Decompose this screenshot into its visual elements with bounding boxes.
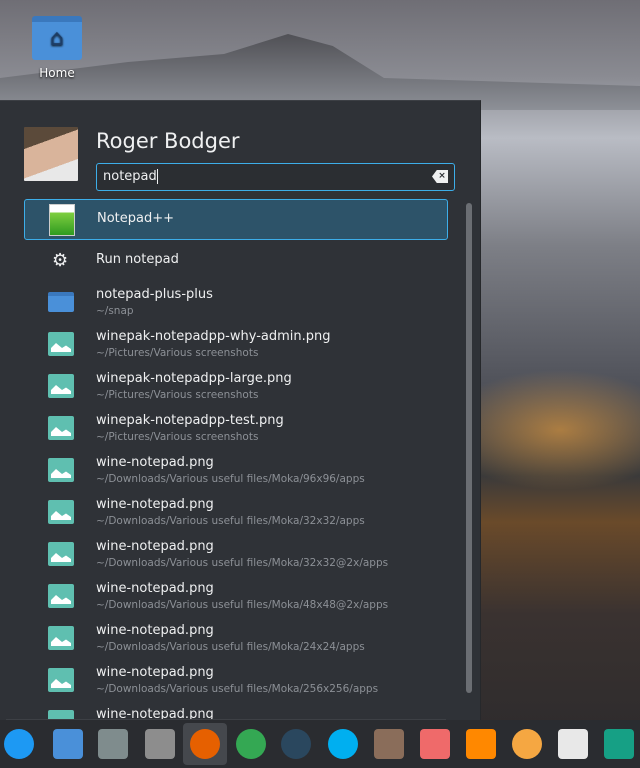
- screenshot-icon[interactable]: [98, 729, 128, 759]
- result-path: ~/Downloads/Various useful files/Moka/48…: [96, 599, 389, 611]
- result-item[interactable]: winepak-notepadpp-large.png ~/Pictures/Va…: [24, 366, 448, 408]
- result-item[interactable]: winepak-notepadpp-why-admin.png ~/Picture…: [24, 324, 448, 366]
- application-launcher: Roger Bodger notepad × Notepad++ ⚙ Run not…: [0, 100, 481, 720]
- photo-viewer-icon[interactable]: [420, 729, 450, 759]
- taskbar: [0, 720, 640, 768]
- home-label: Home: [39, 66, 75, 80]
- result-item[interactable]: winepak-notepadpp-test.png ~/Pictures/Var…: [24, 408, 448, 450]
- folder-icon: [48, 292, 74, 312]
- result-title: wine-notepad.png: [96, 665, 214, 680]
- firefox-icon[interactable]: [190, 729, 220, 759]
- image-icon: [48, 500, 74, 524]
- result-title: wine-notepad.png: [96, 497, 214, 512]
- result-title: wine-notepad.png: [96, 707, 214, 719]
- avatar[interactable]: [24, 127, 78, 181]
- krita-icon[interactable]: [374, 729, 404, 759]
- image-icon: [48, 458, 74, 482]
- result-item[interactable]: ⚙ Run notepad: [24, 240, 448, 282]
- gears-icon: ⚙: [52, 250, 69, 271]
- result-title: Run notepad: [96, 252, 179, 267]
- user-name: Roger Bodger: [96, 129, 240, 153]
- result-title: winepak-notepadpp-test.png: [96, 413, 284, 428]
- result-item[interactable]: wine-notepad.png: [24, 702, 448, 719]
- result-item[interactable]: Notepad++: [24, 199, 448, 240]
- result-path: ~/Downloads/Various useful files/Moka/25…: [96, 683, 379, 695]
- image-icon: [48, 416, 74, 440]
- home-folder-icon: [32, 16, 82, 60]
- steam-icon[interactable]: [281, 729, 311, 759]
- search-input[interactable]: notepad ×: [96, 163, 455, 191]
- result-item[interactable]: wine-notepad.png ~/Downloads/Various usef…: [24, 576, 448, 618]
- result-title: winepak-notepadpp-large.png: [96, 371, 292, 386]
- clear-search-icon[interactable]: ×: [432, 170, 448, 183]
- result-title: wine-notepad.png: [96, 623, 214, 638]
- result-path: ~/Pictures/Various screenshots: [96, 347, 259, 359]
- image-icon: [48, 584, 74, 608]
- result-title: wine-notepad.png: [96, 455, 214, 470]
- result-title: winepak-notepadpp-why-admin.png: [96, 329, 331, 344]
- result-path: ~/Pictures/Various screenshots: [96, 389, 259, 401]
- result-item[interactable]: wine-notepad.png ~/Downloads/Various usef…: [24, 534, 448, 576]
- notepadpp-icon: [49, 204, 75, 236]
- result-path: ~/Downloads/Various useful files/Moka/24…: [96, 641, 365, 653]
- file-manager-icon[interactable]: [145, 729, 175, 759]
- result-item[interactable]: wine-notepad.png ~/Downloads/Various usef…: [24, 618, 448, 660]
- result-path: ~/Downloads/Various useful files/Moka/96…: [96, 473, 365, 485]
- skype-icon[interactable]: [328, 729, 358, 759]
- image-icon: [48, 626, 74, 650]
- image-icon: [48, 374, 74, 398]
- result-title: wine-notepad.png: [96, 581, 214, 596]
- image-icon: [48, 332, 74, 356]
- result-item[interactable]: wine-notepad.png ~/Downloads/Various usef…: [24, 450, 448, 492]
- result-item[interactable]: wine-notepad.png ~/Downloads/Various usef…: [24, 660, 448, 702]
- result-title: notepad-plus-plus: [96, 287, 213, 302]
- result-path: ~/Downloads/Various useful files/Moka/32…: [96, 515, 365, 527]
- result-item[interactable]: wine-notepad.png ~/Downloads/Various usef…: [24, 492, 448, 534]
- orange-app-icon[interactable]: [512, 729, 542, 759]
- image-icon: [48, 668, 74, 692]
- document-icon[interactable]: [558, 729, 588, 759]
- results-list: Notepad++ ⚙ Run notepad notepad-plus-plus ~/…: [24, 199, 448, 719]
- result-path: ~/Pictures/Various screenshots: [96, 431, 259, 443]
- search-value: notepad: [103, 169, 157, 184]
- result-item[interactable]: notepad-plus-plus ~/snap: [24, 282, 448, 324]
- vlc-icon[interactable]: [466, 729, 496, 759]
- ebook-icon[interactable]: [604, 729, 634, 759]
- result-path: ~/Downloads/Various useful files/Moka/32…: [96, 557, 389, 569]
- image-icon: [48, 710, 74, 719]
- result-title: wine-notepad.png: [96, 539, 214, 554]
- show-desktop-icon[interactable]: [53, 729, 83, 759]
- chrome-icon[interactable]: [236, 729, 266, 759]
- result-title: Notepad++: [97, 211, 175, 226]
- image-icon: [48, 542, 74, 566]
- kde-launcher-icon[interactable]: [4, 729, 34, 759]
- result-path: ~/snap: [96, 305, 134, 317]
- scrollbar[interactable]: [466, 203, 472, 693]
- desktop-icon-home[interactable]: Home: [26, 16, 88, 80]
